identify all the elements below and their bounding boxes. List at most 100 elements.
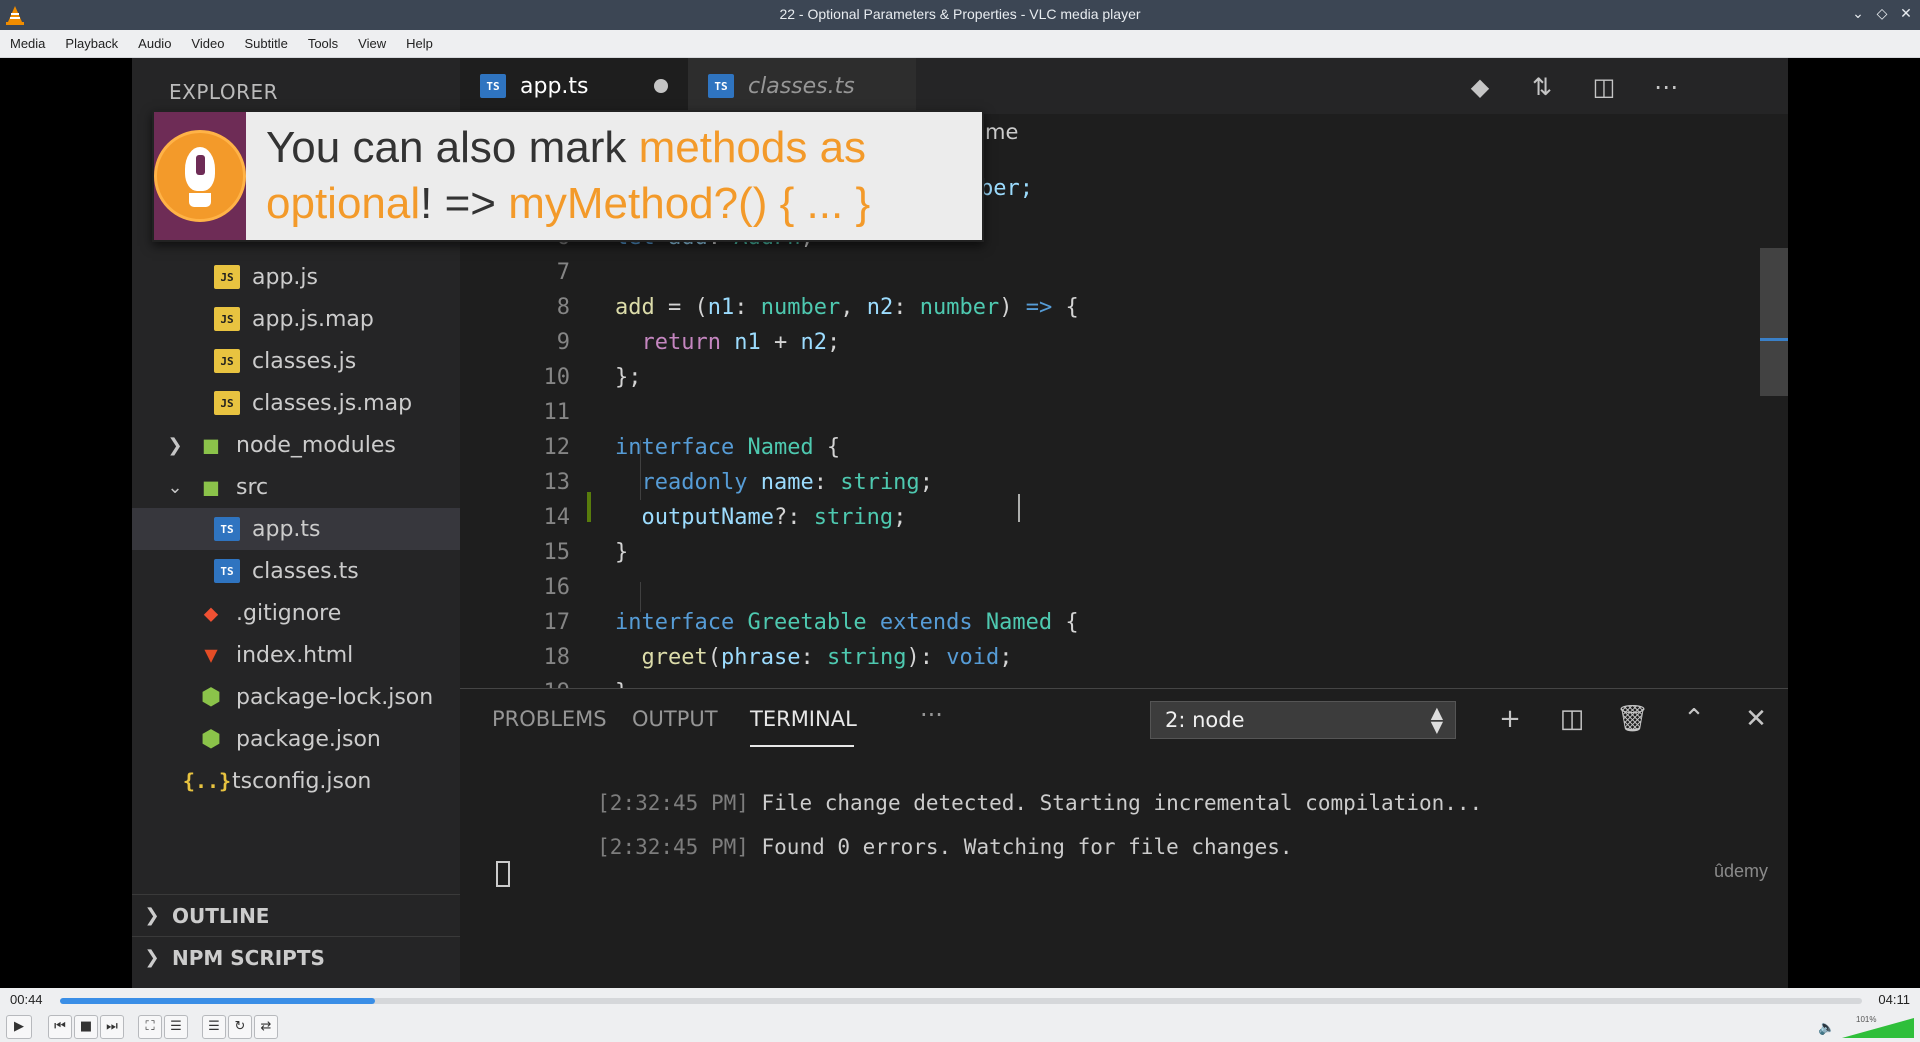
speaker-icon[interactable]: 🔈 — [1818, 1020, 1835, 1036]
js-file-icon: JS — [214, 307, 240, 331]
controls-row: ▶ ⏮ ■ ⏭ ⛶ ☰ ☰ ↻ ⇄ 🔈 101% — [0, 1012, 1920, 1042]
more-actions-icon: ⋯ — [1654, 73, 1678, 101]
line-number: 8 — [556, 295, 570, 320]
section-outline: ❯ OUTLINE — [132, 894, 460, 936]
maximize-panel-icon: ⌃ — [1683, 704, 1705, 734]
minimize-button[interactable]: ⌄ — [1848, 4, 1868, 24]
code-line: 13 readonly name: string; — [460, 468, 1730, 498]
line-number: 13 — [543, 470, 571, 495]
menu-playback[interactable]: Playback — [65, 30, 128, 57]
editor-scrollbar[interactable] — [1760, 248, 1788, 396]
menu-media[interactable]: Media — [10, 30, 55, 57]
tree-item-classes-js: JS classes.js — [132, 340, 460, 382]
code-text: greet(phrase: string): void; — [641, 645, 1013, 670]
code-line: 11 — [460, 398, 1730, 428]
code-text: readonly name: string; — [641, 470, 933, 495]
next-button[interactable]: ⏭ — [100, 1015, 124, 1039]
tree-item-label: index.html — [236, 642, 354, 668]
udemy-watermark: ûdemy — [1713, 861, 1768, 881]
tree-item-node-modules: ❯ ■ node_modules — [132, 424, 460, 466]
split-editor-icon: ◫ — [1592, 73, 1616, 101]
line-number: 15 — [543, 540, 571, 565]
tab-label: app.ts — [520, 73, 589, 99]
ts-file-icon: TS — [480, 74, 506, 98]
line-number: 12 — [543, 435, 571, 460]
tree-item-label: app.js.map — [252, 306, 374, 332]
pull-request-icon: ⇅ — [1531, 73, 1553, 101]
line-number: 18 — [543, 645, 571, 670]
menu-tools[interactable]: Tools — [308, 30, 348, 57]
new-terminal-icon: + — [1499, 704, 1521, 734]
tree-item-package-json: ⬢ package.json — [132, 718, 460, 760]
code-text: return n1 + n2; — [641, 330, 841, 355]
tree-item-app-js: JS app.js — [132, 256, 460, 298]
play-button[interactable]: ▶ — [6, 1015, 32, 1039]
npm-icon: ⬢ — [201, 684, 221, 710]
stop-button[interactable]: ■ — [74, 1015, 98, 1039]
video-area[interactable]: EXPLORER JS app.js JS app.js.map JS classes… — [0, 58, 1920, 988]
section-label: NPM SCRIPTS — [172, 945, 325, 970]
tree-item-label: .gitignore — [236, 600, 342, 626]
indent-guide — [640, 582, 641, 612]
tip-text: You can also mark methods as optional! =… — [266, 123, 871, 228]
tree-item-classes-js-map: JS classes.js.map — [132, 382, 460, 424]
tab-label: classes.ts — [748, 73, 855, 99]
previous-button[interactable]: ⏮ — [48, 1015, 72, 1039]
trash-icon: 🗑 — [1616, 704, 1650, 734]
terminal-select: 2: node ▲ ▼ — [1150, 701, 1456, 739]
tree-item-index-html: ▼ index.html — [132, 634, 460, 676]
code-text: interface Greetable extends Named { — [615, 610, 1079, 635]
code-line: 15} — [460, 538, 1730, 568]
total-time: 04:11 — [1878, 992, 1910, 1007]
menu-view[interactable]: View — [358, 30, 396, 57]
scroll-position-marker — [1760, 338, 1788, 341]
tree-item-label: tsconfig.json — [232, 768, 372, 794]
shuffle-button[interactable]: ⇄ — [254, 1015, 278, 1039]
section-label: OUTLINE — [172, 903, 270, 928]
code-line: 17 interface Greetable extends Named { — [460, 608, 1730, 638]
git-compare-icon: ◆ — [1470, 73, 1490, 101]
tree-item-label: classes.ts — [252, 558, 359, 584]
menu-help[interactable]: Help — [406, 30, 443, 57]
ts-file-icon: TS — [708, 74, 734, 98]
menu-subtitle[interactable]: Subtitle — [244, 30, 297, 57]
code-line: 14 outputName?: string; — [460, 503, 1730, 533]
menu-audio[interactable]: Audio — [138, 30, 181, 57]
lightbulb-icon — [154, 112, 246, 240]
code-text: outputName?: string; — [641, 505, 907, 530]
playlist-button[interactable]: ☰ — [202, 1015, 226, 1039]
terminal-cursor — [496, 861, 510, 887]
close-button[interactable]: ✕ — [1896, 4, 1916, 24]
seek-slider[interactable] — [60, 998, 1862, 1004]
explorer-title: EXPLORER — [169, 80, 278, 104]
line-number: 9 — [556, 330, 570, 355]
close-panel-icon: ✕ — [1745, 704, 1767, 734]
js-file-icon: JS — [214, 391, 240, 415]
chevron-down-icon: ⌄ — [167, 476, 183, 498]
window-title: 22 - Optional Parameters & Properties - … — [779, 6, 1141, 22]
tree-item-app-ts: TS app.ts — [132, 508, 460, 550]
code-text: }; — [615, 365, 642, 390]
title-bar: 22 - Optional Parameters & Properties - … — [0, 0, 1920, 30]
tab-problems: PROBLEMS — [492, 707, 607, 731]
tree-item-package-lock-json: ⬢ package-lock.json — [132, 676, 460, 718]
folder-icon: ■ — [203, 431, 219, 459]
volume-slider[interactable]: 101% — [1842, 1015, 1914, 1038]
code-line: 10}; — [460, 363, 1730, 393]
tree-item-label: package.json — [236, 726, 381, 752]
seek-row: 00:44 04:11 — [0, 988, 1920, 1012]
restore-button[interactable]: ◇ — [1872, 4, 1892, 24]
extended-settings-button[interactable]: ☰ — [164, 1015, 188, 1039]
loop-button[interactable]: ↻ — [228, 1015, 252, 1039]
fullscreen-button[interactable]: ⛶ — [138, 1015, 162, 1039]
html5-icon: ▼ — [204, 642, 218, 668]
tip-overlay: You can also mark methods as optional! =… — [152, 110, 984, 242]
active-tab-underline — [750, 745, 854, 747]
chevron-right-icon: ❯ — [144, 905, 160, 926]
line-number: 16 — [543, 575, 571, 600]
menu-video[interactable]: Video — [191, 30, 234, 57]
json-braces-icon: {..} — [182, 769, 232, 793]
tree-item-label: app.ts — [252, 516, 321, 542]
elapsed-time: 00:44 — [10, 992, 43, 1007]
text-cursor — [1018, 494, 1020, 522]
